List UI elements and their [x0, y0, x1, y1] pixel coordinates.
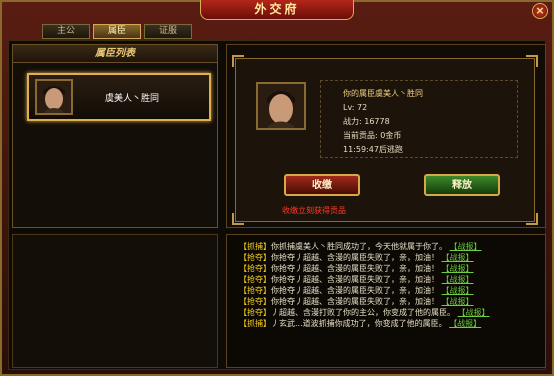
- left-bottom-panel: [12, 234, 218, 368]
- battle-report-link[interactable]: 【战报】: [458, 308, 490, 317]
- log-entry: 【抢夺】你抢夺丿超越、含漫的属臣失败了，亲，加油！ 【战报】: [239, 286, 474, 295]
- release-button[interactable]: 释放: [424, 174, 500, 196]
- subject-name: 虞美人丶胜同: [105, 94, 160, 104]
- battle-report-link[interactable]: 【战报】: [442, 286, 474, 295]
- log-entry: 【抢夺】你抢夺丿超越、含漫的属臣失败了，亲，加油！ 【战报】: [239, 253, 474, 262]
- battle-report-link[interactable]: 【战报】: [450, 242, 482, 251]
- subject-power: 战力: 16778: [343, 117, 390, 126]
- log-entry: 【抢夺】你抢夺丿超越、含漫的属臣失败了，亲，加油！ 【战报】: [239, 275, 474, 284]
- battle-report-link[interactable]: 【战报】: [449, 319, 481, 328]
- subject-title: 你的属臣虞美人丶胜同: [343, 89, 423, 98]
- corner-ornament: [526, 213, 538, 225]
- subject-list-item[interactable]: 虞美人丶胜同: [27, 73, 211, 121]
- battle-report-link[interactable]: 【战报】: [442, 297, 474, 306]
- battle-log: 【抓捕】你抓捕虞美人丶胜同成功了，今天他就属于你了。 【战报】 【抢夺】你抢夺丿…: [226, 234, 546, 368]
- corner-ornament: [232, 213, 244, 225]
- window-title: 外交府: [200, 0, 354, 20]
- log-entry: 【抢夺】你抢夺丿超越、含漫的属臣失败了，亲，加油！ 【战报】: [239, 297, 474, 306]
- log-entry: 【抓捕】丿玄武...道波抓捕你成功了，你变成了他的属臣。 【战报】: [239, 319, 482, 328]
- subject-list-panel: 属臣列表 虞美人丶胜同: [12, 44, 218, 228]
- battle-report-link[interactable]: 【战报】: [442, 275, 474, 284]
- tab-bar: 主公 属臣 证服: [42, 24, 192, 39]
- collect-hint: 收缴立刻获得贡品: [282, 206, 346, 215]
- subject-list-header: 属臣列表: [13, 45, 217, 63]
- battle-report-link[interactable]: 【战报】: [442, 253, 474, 262]
- escape-timer: 11:59:47后逃跑: [343, 145, 403, 154]
- log-entry: 【抢夺】你抢夺丿超越、含漫的属臣失败了，亲，加油！ 【战报】: [239, 264, 474, 273]
- tab-subjects[interactable]: 属臣: [93, 24, 141, 39]
- battle-report-link[interactable]: 【战报】: [442, 264, 474, 273]
- log-entry: 【抢夺】丿超越、含漫打败了你的主公，你变成了他的属臣。 【战报】: [239, 308, 490, 317]
- corner-ornament: [526, 55, 538, 67]
- corner-ornament: [232, 55, 244, 67]
- tab-lord[interactable]: 主公: [42, 24, 90, 39]
- avatar: [35, 79, 73, 115]
- subject-info: 你的属臣虞美人丶胜同 Lv: 72 战力: 16778 当前贡品: 0金币 11…: [320, 80, 518, 158]
- log-entry: 【抓捕】你抓捕虞美人丶胜同成功了，今天他就属于你了。 【战报】: [239, 242, 482, 251]
- subject-level: Lv: 72: [343, 103, 368, 112]
- collect-button[interactable]: 收缴: [284, 174, 360, 196]
- detail-avatar: [256, 82, 306, 130]
- subject-tribute: 当前贡品: 0金币: [343, 131, 402, 140]
- tab-conquest[interactable]: 证服: [144, 24, 192, 39]
- close-button[interactable]: ×: [532, 3, 548, 19]
